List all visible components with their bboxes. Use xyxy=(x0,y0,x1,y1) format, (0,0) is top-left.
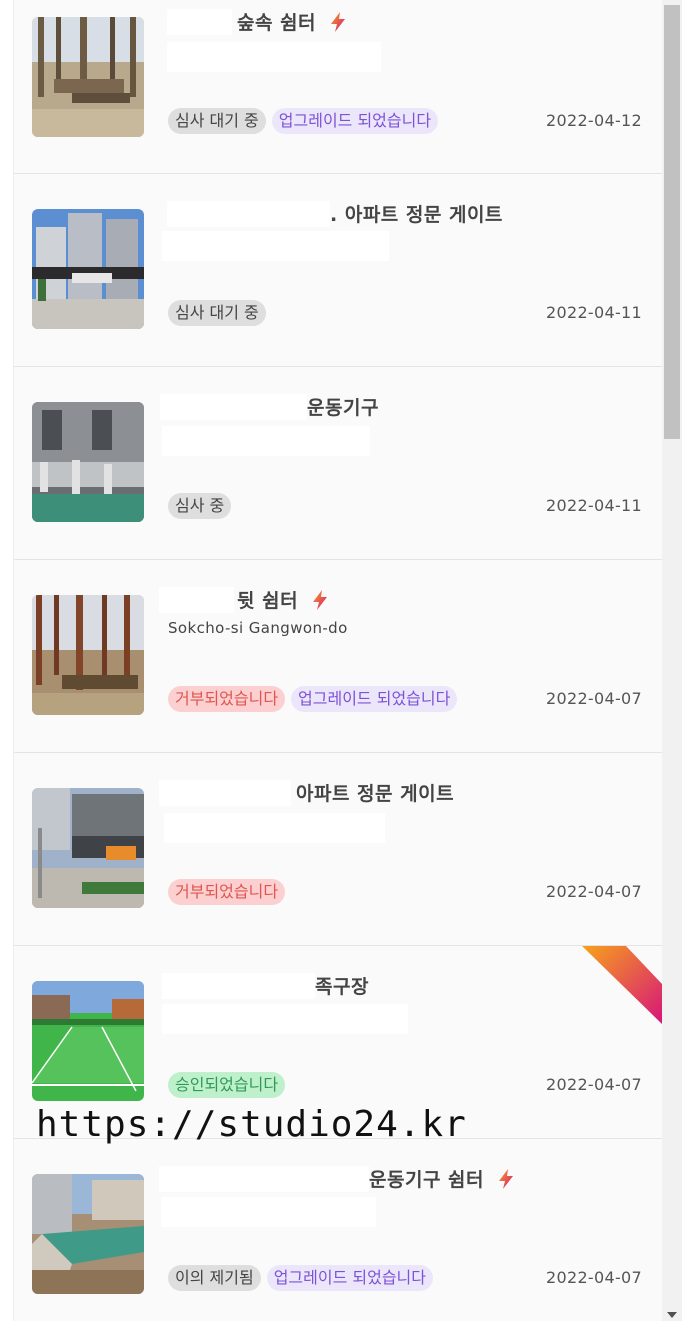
redacted-block xyxy=(167,200,330,227)
item-title: 아파트 정문 게이트 xyxy=(296,783,455,805)
status-badges: 거부되었습니다 업그레이드 되었습니다 xyxy=(168,686,458,712)
item-title-row: 아파트 정문 게이트 xyxy=(159,779,454,806)
list-item[interactable]: 운동기구 심사 중 2022-04-11 xyxy=(14,367,662,560)
status-badges: 이의 제기됨 업그레이드 되었습니다 xyxy=(168,1265,433,1291)
item-date: 2022-04-11 xyxy=(546,303,642,322)
item-title-row: 족구장 xyxy=(162,972,369,999)
status-badge: 거부되었습니다 xyxy=(168,686,286,712)
item-title: 뒷 쉼터 xyxy=(237,590,299,612)
redacted-block xyxy=(160,393,307,420)
list-item[interactable]: 숲속 쉼터 심사 대기 중 업그레이드 되었습니다 2022-04-12 xyxy=(14,0,662,174)
status-badge: 거부되었습니다 xyxy=(168,879,286,905)
item-date: 2022-04-07 xyxy=(546,882,642,901)
redacted-block xyxy=(159,1165,369,1192)
item-thumbnail xyxy=(32,402,144,522)
status-badge: 이의 제기됨 xyxy=(168,1265,261,1291)
scroll-down-arrow-icon[interactable] xyxy=(667,1312,677,1318)
redacted-block xyxy=(159,586,234,613)
item-date: 2022-04-12 xyxy=(546,111,642,130)
item-title: 족구장 xyxy=(315,976,369,998)
status-badges: 승인되었습니다 xyxy=(168,1072,286,1098)
item-date: 2022-04-07 xyxy=(546,1075,642,1094)
item-title: . 아파트 정문 게이트 xyxy=(330,204,503,226)
item-title: 운동기구 xyxy=(307,397,379,419)
status-badge: 심사 대기 중 xyxy=(168,108,266,134)
item-title-row: 뒷 쉼터 xyxy=(159,586,330,613)
lightning-bolt-icon xyxy=(310,589,330,611)
list-viewport: 숲속 쉼터 심사 대기 중 업그레이드 되었습니다 2022-04-12 . 아… xyxy=(0,0,682,1321)
redacted-block xyxy=(164,813,385,843)
item-thumbnail xyxy=(32,788,144,908)
scrollbar-thumb[interactable] xyxy=(664,5,680,439)
status-badges: 심사 중 xyxy=(168,493,232,519)
lightning-bolt-icon xyxy=(328,11,348,33)
item-date: 2022-04-07 xyxy=(546,689,642,708)
upgrade-badge: 업그레이드 되었습니다 xyxy=(266,1265,433,1291)
redacted-block xyxy=(162,426,370,456)
status-badges: 심사 대기 중 업그레이드 되었습니다 xyxy=(168,108,439,134)
item-title-row: 숲속 쉼터 xyxy=(167,8,348,35)
redacted-block xyxy=(162,1004,408,1034)
item-title: 운동기구 쉼터 xyxy=(369,1169,484,1191)
status-badges: 거부되었습니다 xyxy=(168,879,286,905)
item-thumbnail xyxy=(32,1174,144,1294)
item-thumbnail xyxy=(32,17,144,137)
redacted-block xyxy=(162,231,389,261)
item-thumbnail xyxy=(32,595,144,715)
list-item[interactable]: 운동기구 쉼터 이의 제기됨 업그레이드 되었습니다 2022-04-07 xyxy=(14,1139,662,1321)
redacted-block xyxy=(167,42,381,72)
redacted-block xyxy=(162,972,315,999)
item-title-row: . 아파트 정문 게이트 xyxy=(167,200,503,227)
upgrade-badge: 업그레이드 되었습니다 xyxy=(271,108,439,134)
status-badges: 심사 대기 중 xyxy=(168,300,266,326)
item-address: Sokcho-si Gangwon-do xyxy=(168,619,348,637)
status-badge: 승인되었습니다 xyxy=(168,1072,286,1098)
left-gutter xyxy=(0,0,14,1321)
item-title-row: 운동기구 xyxy=(160,393,379,420)
list-item[interactable]: 뒷 쉼터 Sokcho-si Gangwon-do 거부되었습니다 업그레이드 … xyxy=(14,560,662,753)
item-thumbnail xyxy=(32,981,144,1101)
list-item[interactable]: . 아파트 정문 게이트 심사 대기 중 2022-04-11 xyxy=(14,174,662,367)
status-badge: 심사 중 xyxy=(168,493,232,519)
upgrade-badge: 업그레이드 되었습니다 xyxy=(291,686,458,712)
status-badge: 심사 대기 중 xyxy=(168,300,266,326)
list-item[interactable]: 아파트 정문 게이트 거부되었습니다 2022-04-07 xyxy=(14,753,662,946)
item-date: 2022-04-11 xyxy=(546,496,642,515)
lightning-bolt-icon xyxy=(496,1168,516,1190)
redacted-block xyxy=(159,779,291,806)
item-date: 2022-04-07 xyxy=(546,1268,642,1287)
vertical-scrollbar[interactable] xyxy=(662,0,682,1321)
item-title-row: 운동기구 쉼터 xyxy=(159,1165,516,1192)
item-title: 숲속 쉼터 xyxy=(237,12,317,34)
featured-ribbon xyxy=(582,946,662,1034)
redacted-block xyxy=(161,1197,376,1227)
watermark-text: https://studio24.kr xyxy=(36,1104,467,1145)
item-thumbnail xyxy=(32,209,144,329)
redacted-block xyxy=(167,8,232,35)
